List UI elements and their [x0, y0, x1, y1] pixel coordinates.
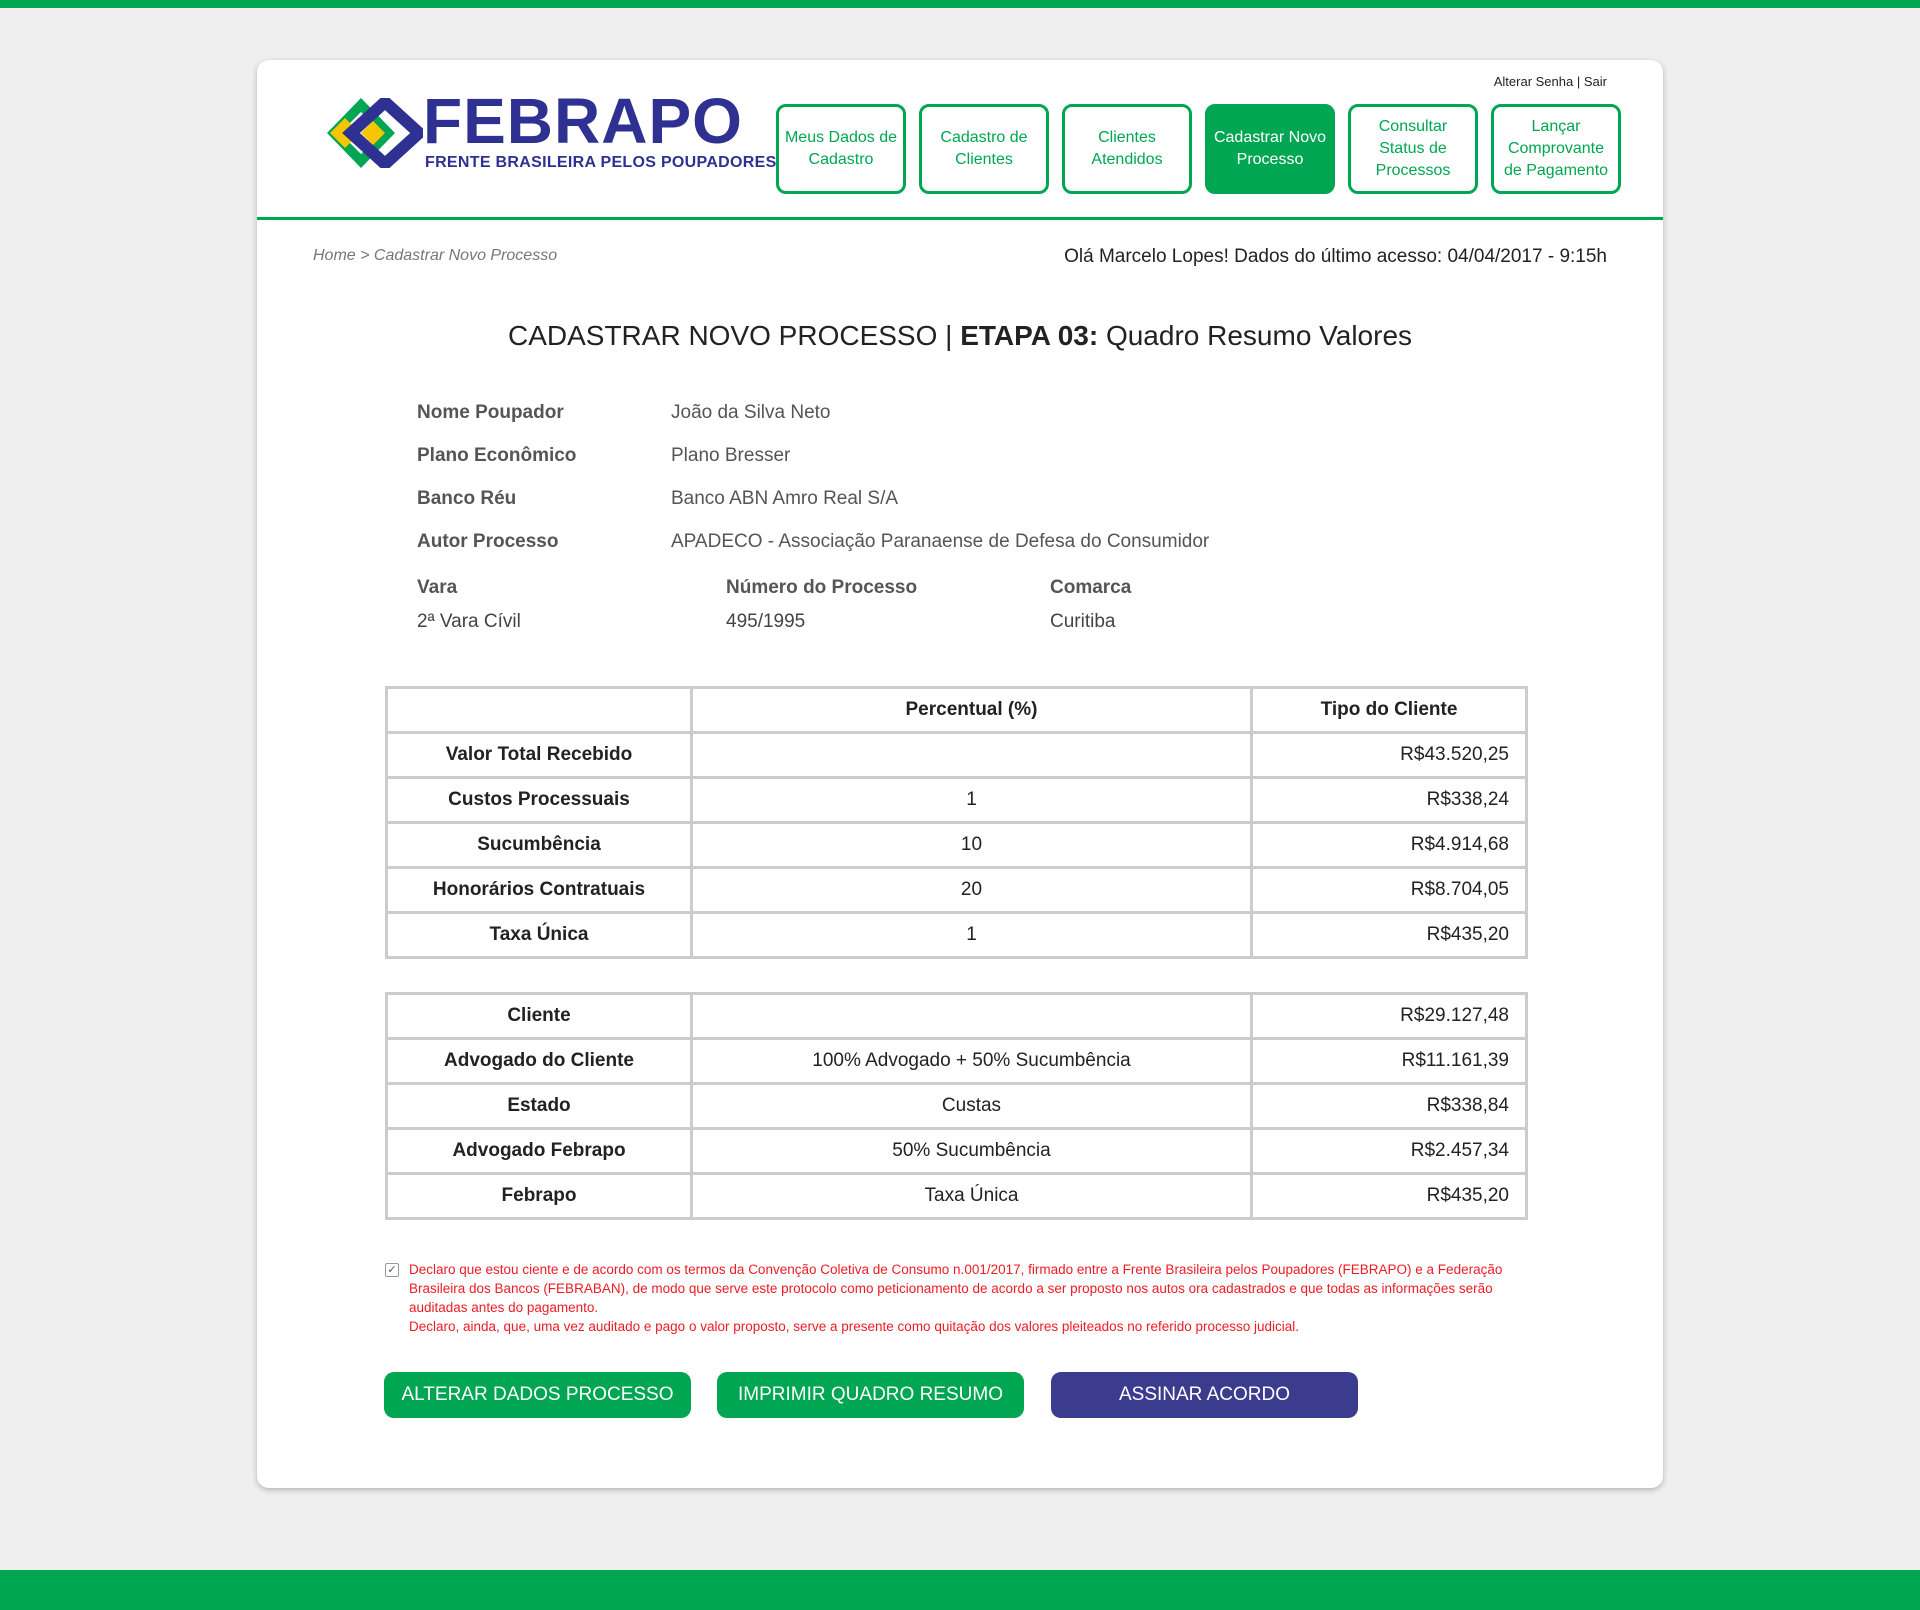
top-accent-bar [0, 0, 1920, 8]
nav-cadastro-clientes[interactable]: Cadastro de Clientes [919, 104, 1049, 194]
row-label: Estado [385, 1082, 693, 1130]
vara-value: 2ª Vara Cívil [417, 611, 521, 632]
print-summary-button[interactable]: IMPRIMIR QUADRO RESUMO [717, 1372, 1024, 1418]
febrapo-logo[interactable]: FEBRAPO FRENTE BRASILEIRA PELOS POUPADOR… [327, 85, 776, 171]
row-label: Taxa Única [385, 911, 693, 959]
bottom-accent-bar [0, 1570, 1920, 1610]
nav-consultar-status[interactable]: Consultar Status de Processos [1348, 104, 1478, 194]
table-header-row: Percentual (%) Tipo do Cliente [385, 686, 1528, 734]
table-header: Percentual (%) [690, 686, 1253, 734]
account-links: Alterar Senha | Sair [1494, 74, 1607, 89]
breadcrumb[interactable]: Home > Cadastrar Novo Processo [313, 247, 557, 265]
row-percent: 20 [690, 866, 1253, 914]
info-value: APADECO - Associação Paranaense de Defes… [671, 531, 1210, 552]
row-amount: R$338,24 [1250, 776, 1528, 824]
row-amount: R$338,84 [1250, 1082, 1528, 1130]
table-row: Advogado do Cliente 100% Advogado + 50% … [385, 1037, 1528, 1085]
numero-processo-field: Número do Processo 495/1995 [726, 577, 917, 633]
table-row: Sucumbência 10 R$4.914,68 [385, 821, 1528, 869]
declaration-line-2: Declaro, ainda, que, uma vez auditado e … [409, 1319, 1300, 1334]
logo-title: FEBRAPO [423, 85, 743, 157]
agreement-declaration: ✓ Declaro que estou ciente e de acordo c… [385, 1260, 1515, 1336]
row-label: Custos Processuais [385, 776, 693, 824]
row-percent [690, 731, 1253, 779]
row-amount: R$435,20 [1250, 1172, 1528, 1220]
info-label: Plano Econômico [417, 445, 577, 466]
row-label: Febrapo [385, 1172, 693, 1220]
row-amount: R$11.161,39 [1250, 1037, 1528, 1085]
table-row: Advogado Febrapo 50% Sucumbência R$2.457… [385, 1127, 1528, 1175]
comarca-value: Curitiba [1050, 611, 1116, 632]
row-amount: R$2.457,34 [1250, 1127, 1528, 1175]
title-suffix: Quadro Resumo Valores [1098, 320, 1413, 351]
table-row: Honorários Contratuais 20 R$8.704,05 [385, 866, 1528, 914]
numero-label: Número do Processo [726, 577, 918, 598]
nav-lancar-comprovante[interactable]: Lançar Comprovante de Pagamento [1491, 104, 1621, 194]
row-percent: 1 [690, 911, 1253, 959]
sign-agreement-button[interactable]: ASSINAR ACORDO [1051, 1372, 1358, 1418]
vara-label: Vara [417, 577, 458, 598]
row-label: Honorários Contratuais [385, 866, 693, 914]
row-label: Valor Total Recebido [385, 731, 693, 779]
comarca-field: Comarca Curitiba [1050, 577, 1131, 633]
row-description: 50% Sucumbência [690, 1127, 1253, 1175]
row-label: Cliente [385, 992, 693, 1040]
checkbox-checked-icon[interactable]: ✓ [385, 1263, 399, 1277]
row-label: Advogado Febrapo [385, 1127, 693, 1175]
table-row: Valor Total Recebido R$43.520,25 [385, 731, 1528, 779]
comarca-label: Comarca [1050, 577, 1132, 598]
info-label: Autor Processo [417, 531, 559, 552]
table-row: Estado Custas R$338,84 [385, 1082, 1528, 1130]
row-amount: R$4.914,68 [1250, 821, 1528, 869]
logout-link[interactable]: Sair [1584, 74, 1607, 89]
row-description: Taxa Única [690, 1172, 1253, 1220]
main-card: FEBRAPO FRENTE BRASILEIRA PELOS POUPADOR… [257, 60, 1663, 1488]
table-header: Tipo do Cliente [1250, 686, 1528, 734]
table-row: Custos Processuais 1 R$338,24 [385, 776, 1528, 824]
declaration-line-1: Declaro que estou ciente e de acordo com… [409, 1262, 1503, 1315]
vara-field: Vara 2ª Vara Cívil [417, 577, 521, 633]
row-label: Advogado do Cliente [385, 1037, 693, 1085]
title-prefix: CADASTRAR NOVO PROCESSO | [507, 320, 961, 351]
row-percent: 10 [690, 821, 1253, 869]
info-label: Nome Poupador [417, 402, 564, 423]
logo-subtitle: FRENTE BRASILEIRA PELOS POUPADORES [425, 154, 777, 171]
values-summary-table: Percentual (%) Tipo do Cliente Valor Tot… [385, 686, 1528, 959]
numero-value: 495/1995 [726, 611, 806, 632]
main-nav: Meus Dados de Cadastro Cadastro de Clien… [776, 104, 1621, 194]
row-percent: 1 [690, 776, 1253, 824]
info-value: Banco ABN Amro Real S/A [671, 488, 899, 509]
info-label: Banco Réu [417, 488, 517, 509]
distribution-table: Cliente R$29.127,48 Advogado do Cliente … [385, 992, 1528, 1220]
nav-cadastrar-processo[interactable]: Cadastrar Novo Processo [1205, 104, 1335, 194]
page-title: CADASTRAR NOVO PROCESSO | ETAPA 03: Quad… [257, 320, 1663, 352]
row-description [690, 992, 1253, 1040]
row-amount: R$8.704,05 [1250, 866, 1528, 914]
user-greeting: Olá Marcelo Lopes! Dados do último acess… [1064, 246, 1607, 267]
change-password-link[interactable]: Alterar Senha [1494, 74, 1574, 89]
row-description: 100% Advogado + 50% Sucumbência [690, 1037, 1253, 1085]
row-label: Sucumbência [385, 821, 693, 869]
row-amount: R$43.520,25 [1250, 731, 1528, 779]
info-value: João da Silva Neto [671, 402, 831, 423]
link-separator: | [1576, 74, 1581, 89]
header: FEBRAPO FRENTE BRASILEIRA PELOS POUPADOR… [257, 60, 1663, 220]
table-row: Taxa Única 1 R$435,20 [385, 911, 1528, 959]
table-row: Cliente R$29.127,48 [385, 992, 1528, 1040]
title-step: ETAPA 03: [960, 320, 1099, 351]
alter-process-button[interactable]: ALTERAR DADOS PROCESSO [384, 1372, 691, 1418]
declaration-text: Declaro que estou ciente e de acordo com… [409, 1260, 1515, 1336]
row-amount: R$29.127,48 [1250, 992, 1528, 1040]
table-row: Febrapo Taxa Única R$435,20 [385, 1172, 1528, 1220]
nav-meus-dados[interactable]: Meus Dados de Cadastro [776, 104, 906, 194]
info-value: Plano Bresser [671, 445, 791, 466]
row-amount: R$435,20 [1250, 911, 1528, 959]
interlocked-diamond-logo-icon [327, 98, 423, 168]
nav-clientes-atendidos[interactable]: Clientes Atendidos [1062, 104, 1192, 194]
row-description: Custas [690, 1082, 1253, 1130]
table-header [385, 686, 693, 734]
